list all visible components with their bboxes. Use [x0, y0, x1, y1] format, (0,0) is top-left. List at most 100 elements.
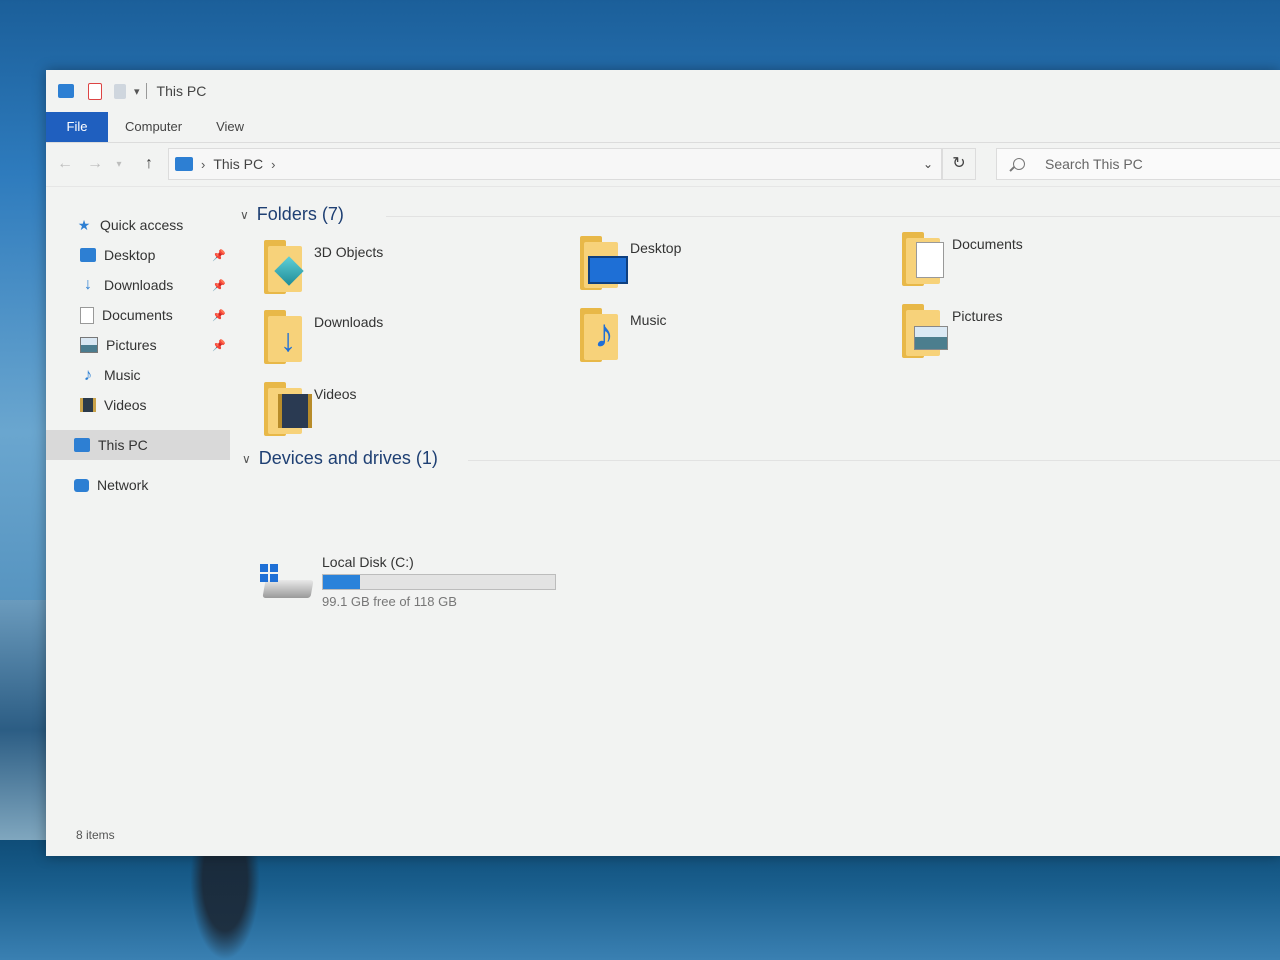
downloads-icon: ↓: [84, 276, 92, 293]
content-pane: ∨ Folders (7) 3D Objects Desktop Documen…: [236, 202, 1280, 826]
devices-group-header[interactable]: ∨ Devices and drives (1): [242, 448, 438, 469]
breadcrumb-chevron-icon[interactable]: ›: [201, 157, 205, 172]
folder-downloads[interactable]: ↓ Downloads: [260, 306, 383, 364]
drive-free-space: 99.1 GB free of 118 GB: [322, 594, 457, 609]
status-bar-item-count: 8 items: [76, 828, 115, 842]
nav-label: This PC: [98, 437, 148, 453]
nav-item-videos[interactable]: Videos: [46, 390, 230, 420]
desktop-icon: [80, 248, 96, 262]
folder-videos[interactable]: Videos: [260, 378, 357, 436]
network-icon: [74, 478, 89, 492]
nav-item-music[interactable]: ♪ Music: [46, 360, 230, 390]
address-dropdown-chevron-icon[interactable]: ⌄: [923, 157, 933, 171]
pin-icon[interactable]: 📌: [212, 279, 226, 292]
wallpaper-figure: [190, 845, 260, 960]
search-input[interactable]: [1043, 155, 1267, 173]
folder-label: Videos: [314, 386, 357, 402]
nav-item-documents[interactable]: Documents 📌: [46, 300, 230, 330]
folder-label: Downloads: [314, 314, 384, 330]
pictures-folder-icon: [898, 300, 948, 358]
this-pc-icon: [175, 157, 193, 171]
refresh-button[interactable]: ↻: [942, 148, 976, 180]
nav-label: Music: [104, 367, 141, 383]
nav-label: Pictures: [106, 337, 157, 353]
documents-icon: [80, 306, 94, 324]
drive-usage-fill: [323, 575, 361, 589]
group-title: Devices and drives (1): [258, 448, 438, 468]
folder-label: Music: [630, 312, 667, 328]
navigation-bar: ← → ▾ ↑ › This PC › ⌄ ↻: [46, 142, 1280, 187]
navigation-pane: ★ Quick access Desktop 📌 ↓ Downloads 📌 D…: [46, 210, 230, 500]
windows-logo-icon: [260, 564, 278, 582]
up-arrow-icon[interactable]: ↑: [138, 155, 160, 173]
nav-label: Quick access: [100, 217, 184, 233]
music-folder-icon: ♪: [576, 304, 624, 362]
tab-computer[interactable]: Computer: [108, 112, 199, 142]
nav-gap: [46, 460, 230, 470]
this-pc-icon: [74, 438, 90, 452]
group-divider: [386, 216, 1280, 217]
ribbon-tabs: File Computer View: [46, 112, 1280, 143]
nav-item-pictures[interactable]: Pictures 📌: [46, 330, 230, 360]
quick-access-toolbar-dropdown-icon[interactable]: ▾: [134, 85, 140, 98]
collapse-chevron-icon[interactable]: ∨: [242, 452, 251, 466]
group-title: Folders (7): [256, 204, 344, 224]
address-bar[interactable]: › This PC › ⌄: [168, 148, 942, 180]
nav-label: Downloads: [104, 277, 174, 293]
documents-folder-icon: [898, 228, 946, 286]
nav-quick-access[interactable]: ★ Quick access: [46, 210, 230, 240]
forward-arrow-icon[interactable]: →: [84, 155, 106, 173]
folder-label: 3D Objects: [314, 244, 384, 260]
nav-gap: [46, 420, 230, 430]
folder-label: Desktop: [630, 240, 682, 256]
nav-label: Desktop: [104, 247, 156, 263]
folder-3d-objects[interactable]: 3D Objects: [260, 236, 383, 294]
folder-documents[interactable]: Documents: [898, 228, 1023, 286]
nav-item-downloads[interactable]: ↓ Downloads 📌: [46, 270, 230, 300]
folders-group-header[interactable]: ∨ Folders (7): [240, 204, 344, 225]
nav-label: Videos: [104, 397, 147, 413]
drive-usage-bar: [322, 574, 556, 590]
folder-music[interactable]: ♪ Music: [576, 304, 667, 362]
recent-locations-chevron-icon[interactable]: ▾: [108, 159, 130, 170]
drive-label: Local Disk (C:): [322, 554, 414, 570]
nav-label: Network: [97, 477, 149, 493]
star-icon: ★: [77, 217, 91, 233]
folder-desktop[interactable]: Desktop: [576, 232, 681, 290]
toolbar-divider: [145, 83, 147, 99]
drive-local-disk-c[interactable]: Local Disk (C:) 99.1 GB free of 118 GB: [260, 554, 556, 609]
tab-view[interactable]: View: [199, 112, 261, 142]
pin-icon[interactable]: 📌: [212, 249, 226, 262]
this-pc-icon[interactable]: [58, 84, 74, 98]
hard-drive-icon: [260, 564, 314, 604]
nav-item-desktop[interactable]: Desktop 📌: [46, 240, 230, 270]
desktop-folder-icon: [576, 232, 628, 290]
refresh-icon: ↻: [952, 155, 966, 172]
search-icon: [1013, 158, 1025, 170]
videos-icon: [80, 398, 96, 412]
properties-icon[interactable]: [88, 82, 102, 100]
search-box[interactable]: [996, 148, 1280, 180]
title-bar: ▾ This PC: [46, 70, 1280, 112]
nav-item-network[interactable]: Network: [46, 470, 230, 500]
folder-label: Pictures: [952, 308, 1003, 324]
pin-icon[interactable]: 📌: [212, 339, 226, 352]
back-arrow-icon[interactable]: ←: [54, 155, 76, 173]
folder-label: Documents: [952, 236, 1023, 252]
3d-objects-folder-icon: [260, 236, 308, 294]
music-icon: ♪: [83, 365, 93, 384]
tab-file[interactable]: File: [46, 112, 108, 142]
new-folder-icon[interactable]: [114, 83, 126, 99]
breadcrumb-chevron-icon[interactable]: ›: [271, 157, 275, 172]
window-title: This PC: [156, 83, 207, 99]
breadcrumb-this-pc[interactable]: This PC: [213, 156, 263, 172]
nav-item-this-pc[interactable]: This PC: [46, 430, 230, 460]
folder-pictures[interactable]: Pictures: [898, 300, 1003, 358]
pictures-icon: [80, 337, 98, 353]
videos-folder-icon: [260, 378, 312, 436]
pin-icon[interactable]: 📌: [212, 309, 226, 322]
group-divider: [468, 460, 1280, 461]
collapse-chevron-icon[interactable]: ∨: [240, 208, 249, 222]
file-explorer-window: ▾ This PC File Computer View ← → ▾ ↑ › T…: [46, 70, 1280, 856]
nav-label: Documents: [102, 307, 173, 323]
